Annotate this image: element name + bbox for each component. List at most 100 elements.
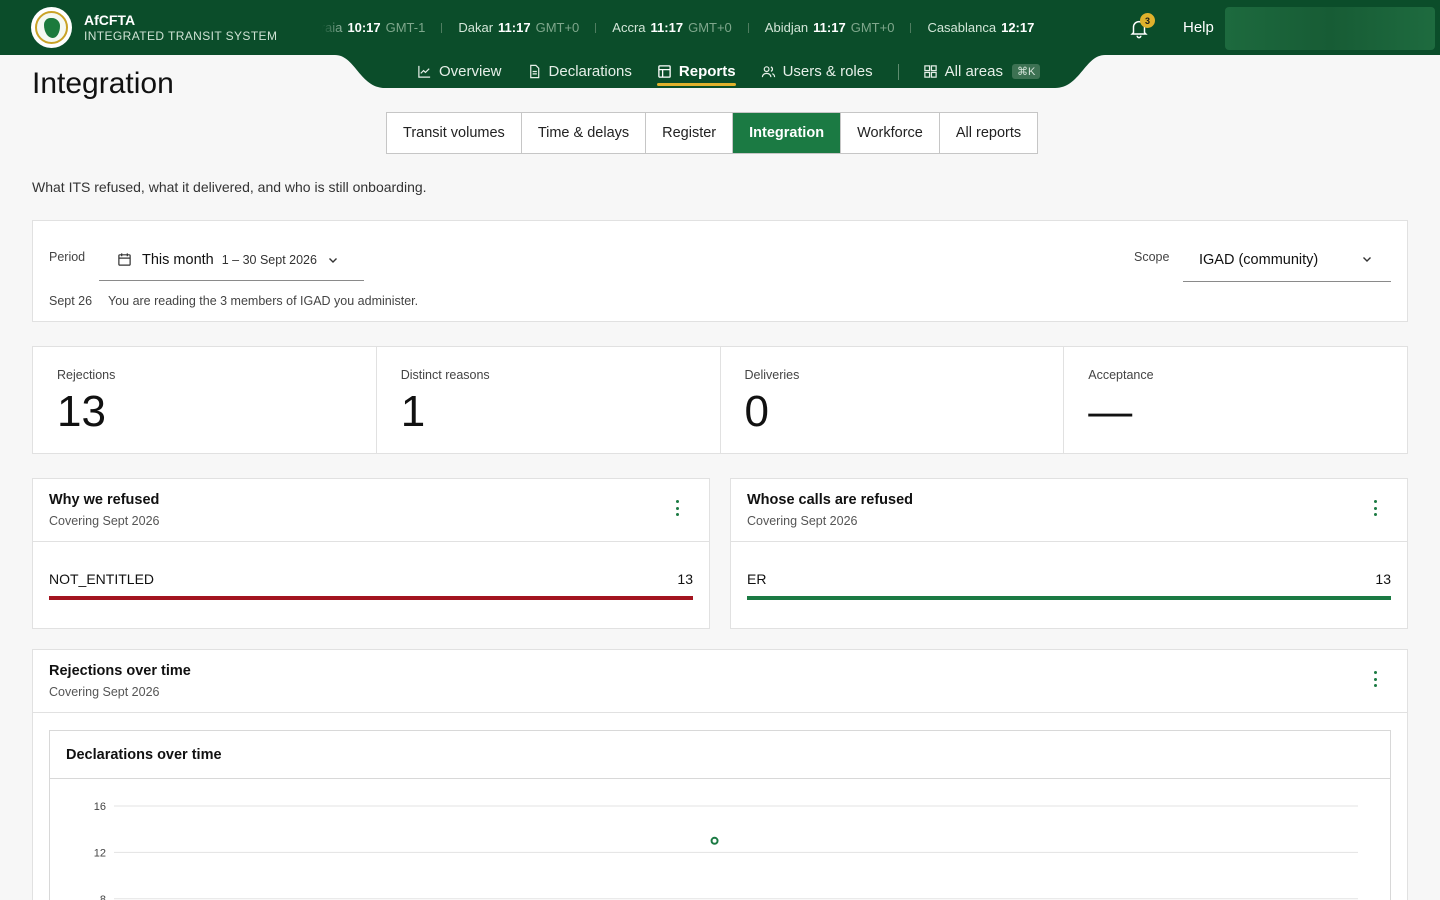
clock-dakar: Dakar 11:17 GMT+0 [458,20,579,35]
keyboard-shortcut-hint: ⌘K [1011,64,1041,79]
chart-title: Declarations over time [66,747,222,763]
nav-users-roles[interactable]: Users & roles [761,55,873,88]
reason-label: NOT_ENTITLED [49,571,155,587]
clock-time: 12:17 [1001,20,1035,35]
page-subtitle: What ITS refused, what it delivered, and… [32,179,427,195]
main-nav: Overview Declarations Reports Users & ro… [417,55,1065,88]
kpi-label: Distinct reasons [400,368,490,382]
clock-divider [595,22,597,33]
kpi-deliveries: Deliveries 0 [721,347,1065,453]
nav-reports[interactable]: Reports [656,55,736,88]
page-title: Integration [32,67,174,100]
kpi-row: Rejections 13 Distinct reasons 1 Deliver… [32,346,1408,454]
caller-label: ER [747,571,767,587]
document-icon [529,64,539,79]
clock-time: 11:17 [650,20,684,35]
top-bar: AfCFTA INTEGRATED TRANSIT SYSTEM Praia 1… [0,0,1440,55]
panel-subtitle: Covering Sept 2026 [49,514,160,528]
period-value: This month [142,251,214,268]
clock-time: 10:17 [347,20,381,35]
nav-declarations-label: Declarations [548,63,632,80]
help-link[interactable]: Help [1183,19,1214,36]
panel-title: Rejections over time [49,663,191,679]
period-label: Period [49,250,86,264]
world-clocks: Praia 10:17 GMT-1 Dakar 11:17 GMT+0 Accr… [322,0,1077,55]
afcfta-logo[interactable] [31,7,72,48]
kpi-rejections: Rejections 13 [33,347,377,453]
kpi-value: 1 [400,387,426,436]
clock-tz: GMT+0 [688,20,732,35]
clock-divider [441,22,443,33]
filter-card: Period This month 1 – 30 Sept 2026 Scope… [32,220,1408,322]
nav-reports-label: Reports [678,63,736,80]
panel-header: Whose calls are refused Covering Sept 20… [731,479,1407,542]
period-select[interactable]: This month 1 – 30 Sept 2026 [99,239,364,281]
kpi-value: 13 [57,387,106,436]
kpi-value: 0 [744,387,769,436]
caller-bar-track [747,596,1391,600]
clock-tz: GMT+0 [850,20,895,35]
reason-bar-fill [49,596,693,600]
note-date: Sept 26 [49,294,93,308]
clock-accra: Accra 11:17 GMT+0 [612,20,732,35]
scope-label: Scope [1134,250,1170,264]
chart-header: Declarations over time [50,731,1390,779]
whose-calls-panel: Whose calls are refused Covering Sept 20… [730,478,1408,629]
caller-bar-fill [747,596,1391,600]
kpi-label: Acceptance [1088,368,1154,382]
panel-title: Why we refused [49,492,160,508]
caller-count: 13 [1375,571,1391,587]
table-icon [658,65,671,78]
clock-time: 11:17 [498,20,531,35]
chevron-down-icon [328,257,337,263]
tab-integration[interactable]: Integration [733,113,842,153]
declarations-chart-card: Declarations over time 16 12 8 [49,730,1391,900]
logo-seal [35,11,68,44]
clock-city: Accra [612,20,646,35]
tab-workforce[interactable]: Workforce [841,113,940,153]
clock-divider [747,22,749,33]
tab-transit-volumes[interactable]: Transit volumes [387,113,522,153]
period-range: 1 – 30 Sept 2026 [221,252,317,267]
clock-divider [910,22,912,33]
y-tick-label: 16 [94,801,106,813]
clock-time: 11:17 [813,20,846,35]
scope-select[interactable]: IGAD (community) [1183,239,1391,282]
panel-header: Why we refused Covering Sept 2026 [33,479,709,542]
africa-map-icon [43,17,60,38]
kpi-acceptance: Acceptance — [1064,347,1407,453]
nav-overview-label: Overview [439,63,502,80]
declarations-chart: 16 12 8 [94,801,1358,900]
data-point[interactable] [710,836,719,845]
nav-overview[interactable]: Overview [417,55,502,88]
y-tick-label: 8 [100,894,106,900]
scope-value: IGAD (community) [1199,252,1319,268]
more-options-icon[interactable] [1371,500,1379,516]
y-tick-label: 12 [94,847,106,859]
panel-title: Whose calls are refused [747,492,914,508]
account-menu[interactable] [1225,7,1435,50]
more-options-icon[interactable] [1371,671,1379,687]
brand-name: AfCFTA [84,12,136,28]
why-refused-panel: Why we refused Covering Sept 2026 NOT_EN… [32,478,710,629]
tab-time-delays[interactable]: Time & delays [522,113,647,153]
kpi-label: Deliveries [744,368,800,382]
report-tabs: Transit volumes Time & delays Register I… [386,112,1039,154]
nav-declarations[interactable]: Declarations [527,55,632,88]
clock-praia: Praia 10:17 GMT-1 [322,20,425,35]
nav-divider [897,63,899,80]
clock-casablanca: Casablanca 12:17 [927,20,1034,35]
brand-subtitle: INTEGRATED TRANSIT SYSTEM [84,29,278,43]
kpi-value: — [1088,387,1133,436]
nav-users-roles-label: Users & roles [782,63,873,80]
grid-icon [923,65,937,78]
more-options-icon[interactable] [673,500,681,516]
tab-all-reports[interactable]: All reports [940,113,1037,153]
kpi-label: Rejections [57,368,116,382]
nav-all-areas[interactable]: All areas ⌘K [923,55,1041,88]
clock-city: Praia [322,20,343,35]
kpi-distinct-reasons: Distinct reasons 1 [377,347,721,453]
reason-count: 13 [677,571,693,587]
scope-note: You are reading the 3 members of IGAD yo… [108,294,419,308]
tab-register[interactable]: Register [646,113,734,153]
